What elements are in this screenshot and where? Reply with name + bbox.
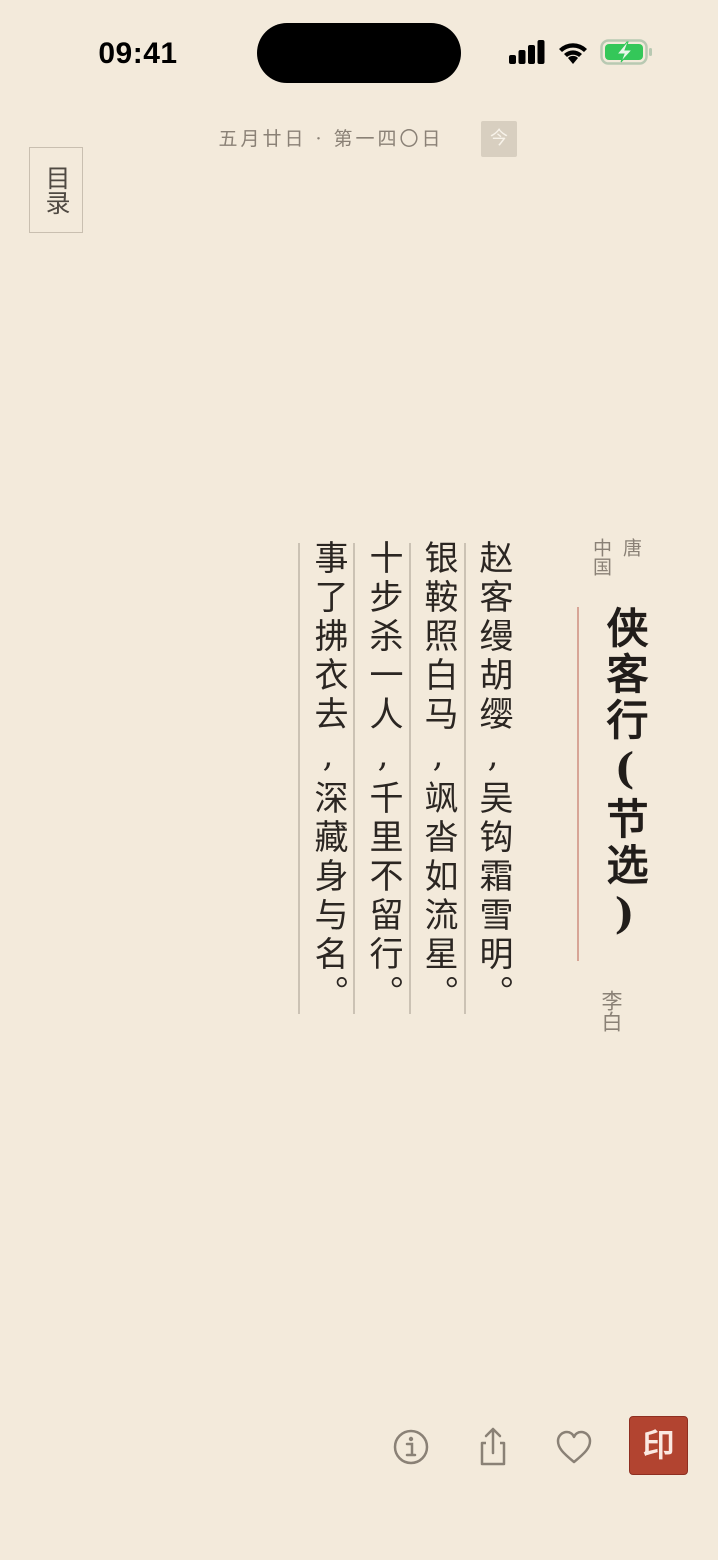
title-divider: [577, 607, 579, 961]
today-button[interactable]: 今: [481, 121, 517, 157]
poem-line: 银鞍照白马,飒沓如流星。: [418, 540, 458, 1014]
poem-line: 赵客缦胡缨,吴钩霜雪明。: [473, 540, 513, 1014]
poem-line: 事了拂衣去,深藏身与名。: [308, 540, 348, 1014]
verse-divider: [298, 543, 300, 1014]
bottom-toolbar: 印: [380, 1410, 700, 1485]
cellular-signal-icon: [509, 40, 545, 64]
share-icon: [480, 1427, 506, 1466]
poem-author: 李白: [599, 990, 623, 1032]
verse-divider: [353, 543, 355, 1014]
info-button[interactable]: [386, 1422, 436, 1472]
dynamic-island: [257, 23, 461, 83]
date-label: 五月廿日 · 第一四〇日: [218, 128, 444, 150]
battery-charging-icon: [600, 39, 652, 65]
favorite-button[interactable]: [549, 1422, 599, 1472]
wifi-icon: [559, 43, 587, 64]
status-icons: [508, 36, 658, 68]
poem-line: 十步杀一人,千里不留行。: [363, 540, 403, 1014]
poem-title: 侠客行(节选): [600, 606, 649, 942]
heart-icon: [556, 1430, 592, 1464]
share-button[interactable]: [468, 1422, 518, 1472]
poem-dynasty: 唐 中国: [590, 538, 642, 576]
status-time: 09:41: [98, 37, 178, 70]
seal-button[interactable]: 印: [629, 1416, 688, 1475]
date-header: 五月廿日 · 第一四〇日 今: [196, 118, 526, 160]
status-bar: 09:41: [0, 0, 718, 105]
catalog-button[interactable]: 目录: [29, 147, 83, 233]
info-icon: [393, 1429, 429, 1465]
